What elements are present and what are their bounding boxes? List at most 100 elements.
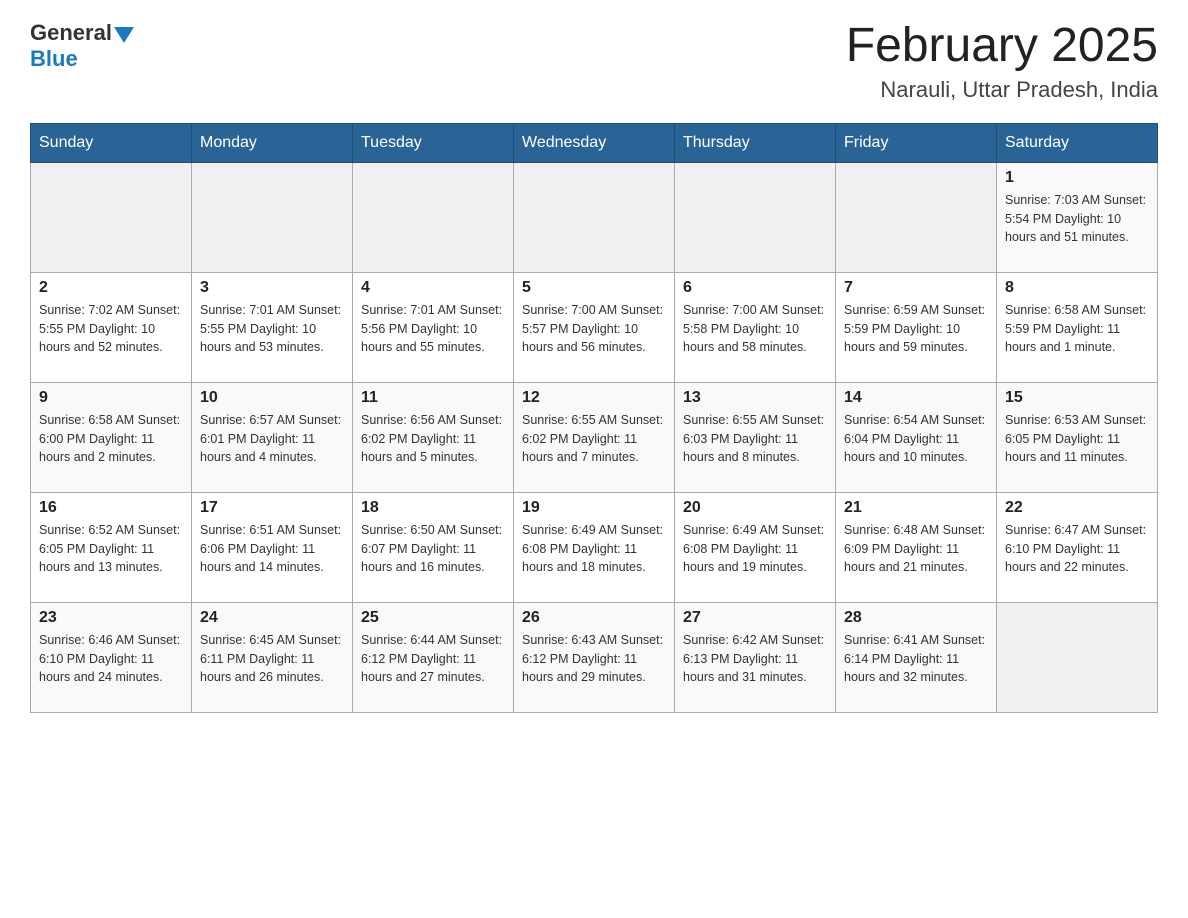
calendar-day-cell: 3 Sunrise: 7:01 AM Sunset: 5:55 PM Daylig…: [192, 272, 353, 382]
calendar-day-cell: 16 Sunrise: 6:52 AM Sunset: 6:05 PM Dayli…: [31, 492, 192, 602]
day-of-week-header: Sunday: [31, 123, 192, 162]
calendar-day-cell: [675, 162, 836, 272]
calendar-table: SundayMondayTuesdayWednesdayThursdayFrid…: [30, 123, 1158, 713]
day-info: Sunrise: 6:50 AM Sunset: 6:07 PM Dayligh…: [361, 521, 505, 577]
calendar-day-cell: 1 Sunrise: 7:03 AM Sunset: 5:54 PM Daylig…: [997, 162, 1158, 272]
calendar-day-cell: 6Sunrise: 7:00 AM Sunset: 5:58 PM Daylig…: [675, 272, 836, 382]
month-title: February 2025: [846, 20, 1158, 73]
location-title: Narauli, Uttar Pradesh, India: [846, 77, 1158, 103]
calendar-header-row: SundayMondayTuesdayWednesdayThursdayFrid…: [31, 123, 1158, 162]
day-info: Sunrise: 7:01 AM Sunset: 5:55 PM Dayligh…: [200, 301, 344, 357]
day-of-week-header: Wednesday: [514, 123, 675, 162]
day-info: Sunrise: 6:49 AM Sunset: 6:08 PM Dayligh…: [522, 521, 666, 577]
day-info: Sunrise: 7:00 AM Sunset: 5:57 PM Dayligh…: [522, 301, 666, 357]
calendar-day-cell: 9 Sunrise: 6:58 AM Sunset: 6:00 PM Daylig…: [31, 382, 192, 492]
calendar-day-cell: 19 Sunrise: 6:49 AM Sunset: 6:08 PM Dayli…: [514, 492, 675, 602]
day-info: Sunrise: 6:52 AM Sunset: 6:05 PM Dayligh…: [39, 521, 183, 577]
day-info: Sunrise: 6:46 AM Sunset: 6:10 PM Dayligh…: [39, 631, 183, 687]
calendar-day-cell: [31, 162, 192, 272]
day-info: Sunrise: 7:03 AM Sunset: 5:54 PM Dayligh…: [1005, 191, 1149, 247]
day-info: Sunrise: 7:02 AM Sunset: 5:55 PM Dayligh…: [39, 301, 183, 357]
day-of-week-header: Monday: [192, 123, 353, 162]
day-info: Sunrise: 6:47 AM Sunset: 6:10 PM Dayligh…: [1005, 521, 1149, 577]
day-number: 27: [683, 609, 827, 627]
calendar-week-row: 16 Sunrise: 6:52 AM Sunset: 6:05 PM Dayli…: [31, 492, 1158, 602]
day-info: Sunrise: 7:01 AM Sunset: 5:56 PM Dayligh…: [361, 301, 505, 357]
calendar-day-cell: 2 Sunrise: 7:02 AM Sunset: 5:55 PM Daylig…: [31, 272, 192, 382]
day-number: 22: [1005, 499, 1149, 517]
day-number: 25: [361, 609, 505, 627]
day-number: 24: [200, 609, 344, 627]
day-number: 5: [522, 279, 666, 297]
day-of-week-header: Tuesday: [353, 123, 514, 162]
calendar-day-cell: 27 Sunrise: 6:42 AM Sunset: 6:13 PM Dayli…: [675, 602, 836, 712]
calendar-day-cell: 28 Sunrise: 6:41 AM Sunset: 6:14 PM Dayli…: [836, 602, 997, 712]
calendar-week-row: 9 Sunrise: 6:58 AM Sunset: 6:00 PM Daylig…: [31, 382, 1158, 492]
day-number: 10: [200, 389, 344, 407]
calendar-day-cell: 10 Sunrise: 6:57 AM Sunset: 6:01 PM Dayli…: [192, 382, 353, 492]
day-info: Sunrise: 6:55 AM Sunset: 6:03 PM Dayligh…: [683, 411, 827, 467]
day-info: Sunrise: 6:43 AM Sunset: 6:12 PM Dayligh…: [522, 631, 666, 687]
day-number: 20: [683, 499, 827, 517]
calendar-week-row: 2 Sunrise: 7:02 AM Sunset: 5:55 PM Daylig…: [31, 272, 1158, 382]
day-of-week-header: Friday: [836, 123, 997, 162]
day-info: Sunrise: 6:58 AM Sunset: 5:59 PM Dayligh…: [1005, 301, 1149, 357]
day-number: 18: [361, 499, 505, 517]
page-header: General Blue February 2025 Narauli, Utta…: [30, 20, 1158, 103]
logo-general-text: General: [30, 20, 112, 46]
calendar-day-cell: 8 Sunrise: 6:58 AM Sunset: 5:59 PM Daylig…: [997, 272, 1158, 382]
day-info: Sunrise: 6:41 AM Sunset: 6:14 PM Dayligh…: [844, 631, 988, 687]
day-number: 3: [200, 279, 344, 297]
day-number: 28: [844, 609, 988, 627]
calendar-day-cell: 11Sunrise: 6:56 AM Sunset: 6:02 PM Dayli…: [353, 382, 514, 492]
day-info: Sunrise: 6:57 AM Sunset: 6:01 PM Dayligh…: [200, 411, 344, 467]
title-block: February 2025 Narauli, Uttar Pradesh, In…: [846, 20, 1158, 103]
calendar-day-cell: 23 Sunrise: 6:46 AM Sunset: 6:10 PM Dayli…: [31, 602, 192, 712]
calendar-day-cell: 4 Sunrise: 7:01 AM Sunset: 5:56 PM Daylig…: [353, 272, 514, 382]
calendar-day-cell: 15Sunrise: 6:53 AM Sunset: 6:05 PM Dayli…: [997, 382, 1158, 492]
calendar-day-cell: 21Sunrise: 6:48 AM Sunset: 6:09 PM Dayli…: [836, 492, 997, 602]
day-number: 9: [39, 389, 183, 407]
calendar-week-row: 1 Sunrise: 7:03 AM Sunset: 5:54 PM Daylig…: [31, 162, 1158, 272]
day-of-week-header: Saturday: [997, 123, 1158, 162]
day-number: 21: [844, 499, 988, 517]
logo-blue-text: Blue: [30, 46, 78, 72]
calendar-week-row: 23 Sunrise: 6:46 AM Sunset: 6:10 PM Dayli…: [31, 602, 1158, 712]
day-number: 2: [39, 279, 183, 297]
day-number: 12: [522, 389, 666, 407]
day-number: 8: [1005, 279, 1149, 297]
calendar-day-cell: 13 Sunrise: 6:55 AM Sunset: 6:03 PM Dayli…: [675, 382, 836, 492]
day-info: Sunrise: 6:54 AM Sunset: 6:04 PM Dayligh…: [844, 411, 988, 467]
calendar-day-cell: 22 Sunrise: 6:47 AM Sunset: 6:10 PM Dayli…: [997, 492, 1158, 602]
calendar-day-cell: [997, 602, 1158, 712]
day-info: Sunrise: 6:42 AM Sunset: 6:13 PM Dayligh…: [683, 631, 827, 687]
day-info: Sunrise: 6:58 AM Sunset: 6:00 PM Dayligh…: [39, 411, 183, 467]
day-of-week-header: Thursday: [675, 123, 836, 162]
calendar-day-cell: 12 Sunrise: 6:55 AM Sunset: 6:02 PM Dayli…: [514, 382, 675, 492]
day-number: 19: [522, 499, 666, 517]
day-number: 17: [200, 499, 344, 517]
calendar-day-cell: [836, 162, 997, 272]
day-number: 23: [39, 609, 183, 627]
calendar-day-cell: 18 Sunrise: 6:50 AM Sunset: 6:07 PM Dayli…: [353, 492, 514, 602]
calendar-day-cell: 25 Sunrise: 6:44 AM Sunset: 6:12 PM Dayli…: [353, 602, 514, 712]
calendar-day-cell: 17 Sunrise: 6:51 AM Sunset: 6:06 PM Dayli…: [192, 492, 353, 602]
day-info: Sunrise: 6:59 AM Sunset: 5:59 PM Dayligh…: [844, 301, 988, 357]
calendar-day-cell: [514, 162, 675, 272]
day-number: 14: [844, 389, 988, 407]
calendar-day-cell: 20 Sunrise: 6:49 AM Sunset: 6:08 PM Dayli…: [675, 492, 836, 602]
day-number: 26: [522, 609, 666, 627]
day-info: Sunrise: 6:55 AM Sunset: 6:02 PM Dayligh…: [522, 411, 666, 467]
day-info: Sunrise: 6:49 AM Sunset: 6:08 PM Dayligh…: [683, 521, 827, 577]
day-info: Sunrise: 6:44 AM Sunset: 6:12 PM Dayligh…: [361, 631, 505, 687]
calendar-day-cell: 24Sunrise: 6:45 AM Sunset: 6:11 PM Dayli…: [192, 602, 353, 712]
day-number: 13: [683, 389, 827, 407]
day-info: Sunrise: 6:51 AM Sunset: 6:06 PM Dayligh…: [200, 521, 344, 577]
calendar-day-cell: 14 Sunrise: 6:54 AM Sunset: 6:04 PM Dayli…: [836, 382, 997, 492]
day-info: Sunrise: 6:56 AM Sunset: 6:02 PM Dayligh…: [361, 411, 505, 467]
day-number: 4: [361, 279, 505, 297]
logo: General Blue: [30, 20, 134, 72]
day-number: 16: [39, 499, 183, 517]
day-info: Sunrise: 6:53 AM Sunset: 6:05 PM Dayligh…: [1005, 411, 1149, 467]
day-number: 1: [1005, 169, 1149, 187]
